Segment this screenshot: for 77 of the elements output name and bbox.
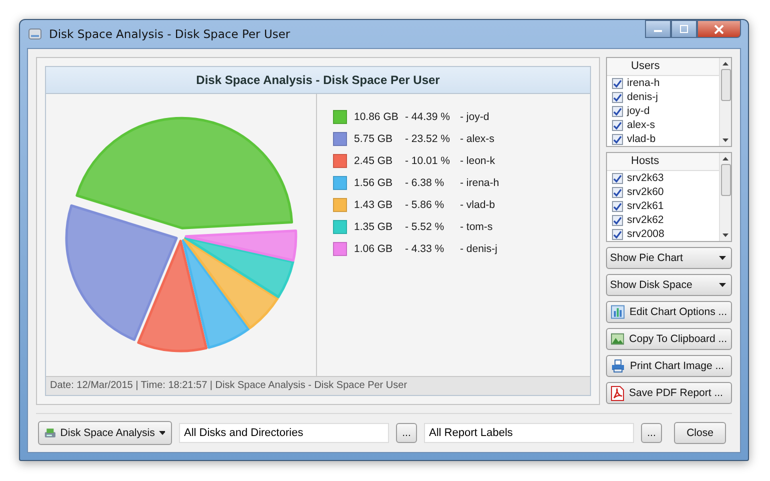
legend-user: - denis-j xyxy=(460,243,498,255)
legend-user: - vlad-b xyxy=(460,199,496,211)
checkbox[interactable] xyxy=(612,200,623,212)
checkbox[interactable] xyxy=(612,106,623,116)
close-icon xyxy=(714,24,724,34)
close-button[interactable] xyxy=(697,20,741,38)
checkbox[interactable] xyxy=(612,134,623,144)
legend-user: - alex-s xyxy=(460,133,494,145)
action-button[interactable]: Save PDF Report ... xyxy=(606,382,732,404)
checkbox[interactable] xyxy=(612,186,623,198)
list-item[interactable]: srv2k60 xyxy=(607,185,719,199)
column-header: Users xyxy=(607,58,719,76)
legend-size: 5.75 GB xyxy=(354,133,394,145)
legend-percent: - 23.52 % xyxy=(405,133,451,145)
legend-size: 1.43 GB xyxy=(354,199,394,211)
legend-size: 1.35 GB xyxy=(354,221,394,233)
action-button[interactable]: Edit Chart Options ... xyxy=(606,301,732,323)
legend-percent: - 44.39 % xyxy=(405,111,451,123)
scroll-up-icon[interactable] xyxy=(722,156,729,161)
legend-size: 1.56 GB xyxy=(354,177,394,189)
action-button[interactable]: Copy To Clipboard ... xyxy=(606,328,732,350)
close-dialog-button[interactable]: Close xyxy=(674,422,726,444)
caret-icon xyxy=(158,431,165,435)
checkbox[interactable] xyxy=(612,228,623,240)
chart-icon xyxy=(611,305,625,319)
scroll-up-icon[interactable] xyxy=(722,61,729,66)
pdf-icon xyxy=(611,386,624,400)
labels-field[interactable]: All Report Labels xyxy=(424,423,634,443)
browse-button[interactable]: ... xyxy=(396,423,417,443)
legend-percent: - 4.33 % xyxy=(405,243,446,255)
list-item[interactable]: srv2k63 xyxy=(607,171,719,185)
checkbox[interactable] xyxy=(612,78,623,88)
list-item[interactable]: srv2008 xyxy=(607,227,719,241)
scroll-down-icon[interactable] xyxy=(722,233,729,238)
list-item[interactable]: irena-h xyxy=(607,76,719,90)
list-item[interactable]: joy-d xyxy=(607,104,719,118)
checkbox[interactable] xyxy=(612,214,623,226)
legend-size: 1.06 GB xyxy=(354,243,394,255)
window-title: Disk Space Analysis - Disk Space Per User xyxy=(49,27,290,41)
disk-icon xyxy=(44,426,56,440)
dropdown[interactable]: Show Disk Space xyxy=(606,274,732,296)
legend-user: - joy-d xyxy=(460,111,490,123)
list-item[interactable]: vlad-b xyxy=(607,132,719,146)
report-dropdown[interactable]: Disk Space Analysis xyxy=(38,421,172,445)
scrollbar[interactable] xyxy=(719,153,731,241)
legend-percent: - 10.01 % xyxy=(405,155,451,167)
caret-icon xyxy=(719,283,726,287)
legend-percent: - 5.86 % xyxy=(405,199,446,211)
legend-user: - leon-k xyxy=(460,155,496,167)
list-item[interactable]: srv2k62 xyxy=(607,213,719,227)
list-item[interactable]: denis-j xyxy=(607,90,719,104)
image-icon xyxy=(611,333,624,345)
legend-size: 2.45 GB xyxy=(354,155,394,167)
caret-icon xyxy=(719,256,726,260)
chart-footer: Date: 12/Mar/2015 | Time: 18:21:57 | Disk Space Analysis - Disk Space Per User xyxy=(46,376,590,395)
checkbox[interactable] xyxy=(612,92,623,102)
browse-button[interactable]: ... xyxy=(641,423,662,443)
list-item[interactable]: srv2k61 xyxy=(607,199,719,213)
maximize-icon xyxy=(679,25,689,33)
chart-title: Disk Space Analysis - Disk Space Per User xyxy=(46,67,590,94)
action-button[interactable]: Print Chart Image ... xyxy=(606,355,732,377)
disks-field[interactable]: All Disks and Directories xyxy=(179,423,389,443)
scrollbar[interactable] xyxy=(719,58,731,146)
maximize-button[interactable] xyxy=(671,20,697,38)
scroll-down-icon[interactable] xyxy=(722,138,729,143)
checkbox[interactable] xyxy=(612,120,623,130)
legend-percent: - 5.52 % xyxy=(405,221,446,233)
dropdown[interactable]: Show Pie Chart xyxy=(606,247,732,269)
legend-size: 10.86 GB xyxy=(354,111,400,123)
checkbox[interactable] xyxy=(612,172,623,184)
legend-user: - tom-s xyxy=(460,221,493,233)
minimize-button[interactable] xyxy=(645,20,671,38)
legend-percent: - 6.38 % xyxy=(405,177,446,189)
legend-user: - irena-h xyxy=(460,177,500,189)
printer-icon xyxy=(611,359,625,373)
column-header: Hosts xyxy=(607,153,719,171)
list-item[interactable]: alex-s xyxy=(607,118,719,132)
